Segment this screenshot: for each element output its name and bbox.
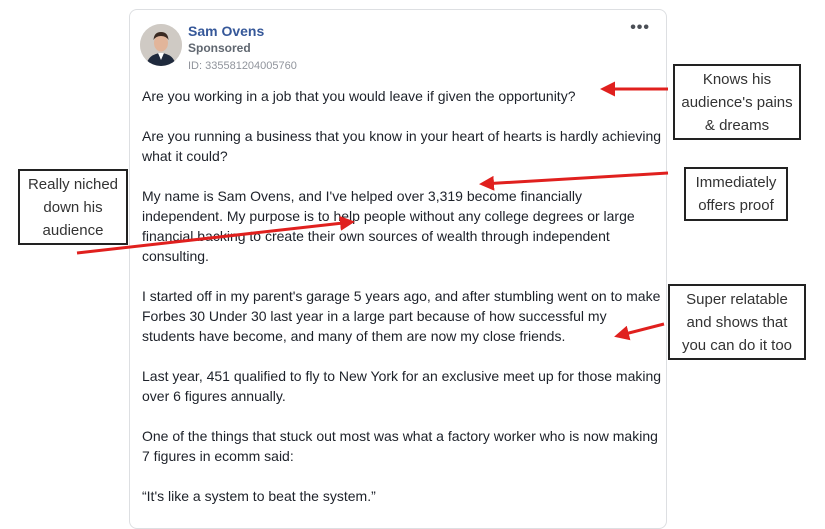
- post-paragraph: My name is Sam Ovens, and I've helped ov…: [142, 188, 635, 264]
- post-paragraph: Are you running a business that you know…: [142, 128, 662, 164]
- author-avatar[interactable]: [140, 24, 182, 66]
- ad-post-card: Sam Ovens Sponsored ID: 335581204005760 …: [129, 9, 667, 529]
- author-name[interactable]: Sam Ovens: [188, 23, 264, 39]
- annotation-niched: Really niched down his audience: [18, 169, 128, 245]
- more-options-icon[interactable]: •••: [630, 20, 650, 36]
- post-paragraph: Last year, 451 qualified to fly to New Y…: [142, 368, 662, 404]
- avatar-portrait-icon: [140, 24, 182, 66]
- post-paragraph: One of the things that stuck out most wa…: [142, 428, 658, 464]
- post-paragraph: “It's like a system to beat the system.”: [142, 488, 376, 504]
- post-body: Are you working in a job that you would …: [142, 86, 662, 526]
- sponsored-label: Sponsored: [188, 41, 251, 55]
- annotation-relatable: Super relatable and shows that you can d…: [668, 284, 806, 360]
- post-paragraph: I started off in my parent's garage 5 ye…: [142, 288, 661, 344]
- annotation-proof: Immediately offers proof: [684, 167, 788, 221]
- annotation-pains: Knows his audience's pains & dreams: [673, 64, 801, 140]
- ad-id: ID: 335581204005760: [188, 60, 297, 72]
- post-paragraph: Are you working in a job that you would …: [142, 88, 576, 104]
